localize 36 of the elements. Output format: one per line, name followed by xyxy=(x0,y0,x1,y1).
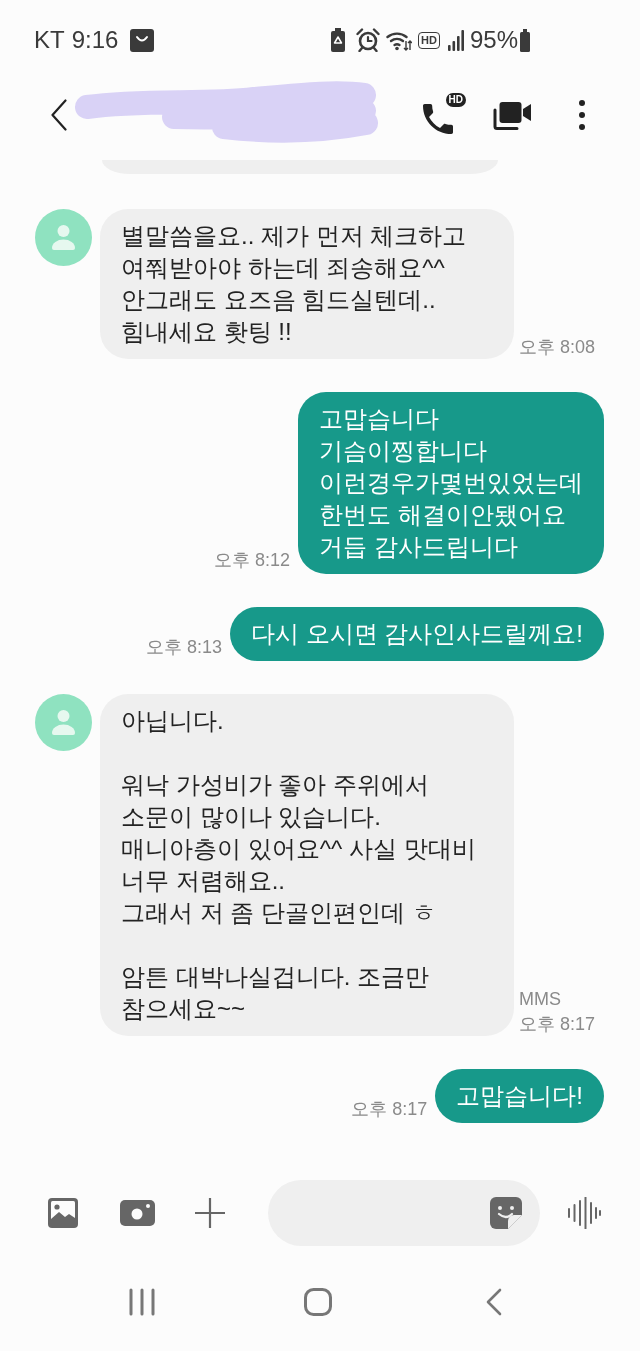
hd-call-button[interactable]: HD xyxy=(418,91,466,139)
recent-apps-icon xyxy=(129,1287,155,1316)
image-icon xyxy=(48,1198,78,1228)
sent-message-bubble: 다시 오시면 감사인사드릴께요! xyxy=(230,607,604,661)
wifi-icon xyxy=(386,29,413,51)
message-timestamp: 오후 8:13 xyxy=(145,636,222,658)
signal-bars-icon xyxy=(447,29,464,51)
more-vertical-icon xyxy=(579,100,585,130)
battery-percentage: 95% xyxy=(469,26,518,54)
battery-icon xyxy=(520,28,530,52)
shopping-bag-icon xyxy=(130,28,155,52)
battery-recycle-icon xyxy=(330,28,347,52)
message-type-label: MMS xyxy=(519,988,561,1010)
hd-badge: HD xyxy=(445,93,466,107)
sticker-button[interactable] xyxy=(488,1195,524,1231)
carrier-name: KT xyxy=(34,26,65,54)
hd-voice-badge: HD xyxy=(418,31,440,49)
camera-icon xyxy=(119,1200,155,1226)
clock-time: 9:16 xyxy=(71,26,119,54)
message-timestamp: 오후 8:12 xyxy=(213,549,290,571)
sent-message-bubble: 고맙습니다! xyxy=(435,1069,604,1123)
video-camera-icon xyxy=(492,99,532,131)
received-message-bubble: 별말씀을요.. 제가 먼저 체크하고 여쭤받아야 하는데 죄송해요^^ 안그래도 요즈음 힘드실텐데.. 힘내세요 홧팅 !! xyxy=(100,209,514,359)
back-icon xyxy=(51,99,67,131)
received-message-bubble: 아닙니다. 워낙 가성비가 좋아 주위에서 소문이 많이나 있습니다. 매니아층이 있어요^^ 사실 맛대비 너무 저렴해요.. 그래서 저 좀 단골인편인데 ㅎ 암튼 대박나실겁니다. 조금만 참으세요~~ xyxy=(100,694,514,1036)
phone-icon xyxy=(423,104,453,134)
message-timestamp: 오후 8:08 xyxy=(519,336,596,358)
back-icon xyxy=(486,1287,502,1316)
sound-wave-icon xyxy=(567,1197,601,1229)
sticker-icon xyxy=(490,1197,522,1229)
sent-message-bubble: 고맙습니다 기슴이찡합니다 이런경우가몇번있었는데 한번도 해결이안됐어요 거듭 감사드립니다 xyxy=(298,392,604,574)
message-timestamp: 오후 8:17 xyxy=(519,1013,596,1035)
message-timestamp: 오후 8:17 xyxy=(351,1098,428,1120)
home-icon xyxy=(304,1287,332,1316)
alarm-clock-icon xyxy=(356,28,381,52)
plus-icon xyxy=(195,1198,225,1228)
